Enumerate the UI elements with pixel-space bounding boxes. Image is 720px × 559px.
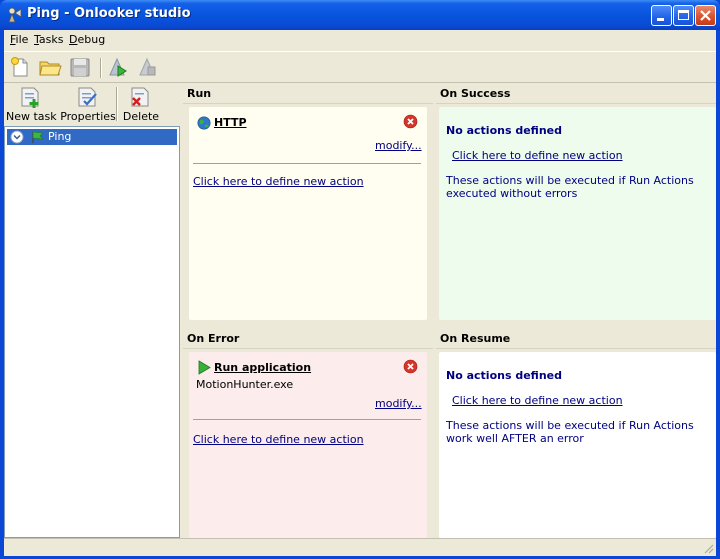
on-error-define-action-link[interactable]: Click here to define new action [193, 433, 364, 446]
on-resume-define-action-link[interactable]: Click here to define new action [452, 394, 623, 407]
on-error-panel-header: On Error [183, 328, 433, 349]
stop-gray-icon[interactable] [135, 56, 159, 78]
window-title: Ping - Onlooker studio [27, 6, 191, 21]
run-panel-body: HTTP modify... Click here to define new … [183, 104, 433, 323]
properties-icon [78, 87, 97, 107]
on-resume-no-actions: No actions defined [446, 369, 562, 382]
on-resume-description: These actions will be executed if Run Ac… [446, 419, 694, 445]
on-success-panel-content: No actions defined Click here to define … [439, 107, 716, 320]
run-action-name[interactable]: HTTP [214, 116, 247, 129]
on-success-define-action-link[interactable]: Click here to define new action [452, 149, 623, 162]
task-tree[interactable]: Ping [4, 126, 180, 538]
on-resume-panel-title: On Resume [440, 332, 511, 345]
menu-debug-rest: ebug [77, 33, 106, 46]
close-button[interactable] [695, 5, 716, 26]
run-panel-title: Run [187, 87, 212, 100]
maximize-button[interactable] [673, 5, 694, 26]
resize-grip-icon[interactable] [702, 542, 714, 554]
menu-file-rest: ile [15, 33, 29, 46]
tree-item-ping[interactable]: Ping [7, 129, 177, 145]
on-resume-panel-header: On Resume [436, 328, 716, 349]
task-panel: New task Properties Delete Ping [4, 83, 180, 538]
menu-debug[interactable]: Debug [69, 33, 105, 46]
collapse-icon[interactable] [10, 130, 24, 144]
new-task-icon [21, 87, 39, 108]
remove-action-icon[interactable] [403, 359, 418, 374]
open-folder-icon[interactable] [38, 56, 62, 78]
flag-icon [32, 131, 44, 143]
client-area: File Tasks Debug New task Properties Del… [4, 30, 716, 556]
maximize-icon [678, 10, 689, 20]
properties-label: Properties [60, 110, 116, 123]
on-error-action-detail: MotionHunter.exe [196, 378, 294, 391]
globe-icon [197, 116, 211, 130]
on-success-panel-body: No actions defined Click here to define … [436, 104, 716, 323]
on-success-no-actions: No actions defined [446, 124, 562, 137]
on-error-panel-content: Run application MotionHunter.exe modify.… [189, 352, 427, 538]
run-define-action-link[interactable]: Click here to define new action [193, 175, 364, 188]
main-toolbar [4, 51, 716, 83]
run-panel-content: HTTP modify... Click here to define new … [189, 107, 427, 320]
on-success-panel-header: On Success [436, 83, 716, 104]
on-success-panel-title: On Success [440, 87, 511, 100]
run-modify-link[interactable]: modify... [375, 139, 422, 152]
new-document-icon[interactable] [8, 56, 32, 78]
delete-button[interactable]: Delete [120, 85, 162, 123]
task-toolbar-separator [116, 87, 118, 121]
on-error-divider [193, 419, 421, 420]
on-resume-panel-body: No actions defined Click here to define … [436, 349, 716, 538]
run-panel-header: Run [183, 83, 433, 104]
on-error-panel-title: On Error [187, 332, 240, 345]
on-error-modify-link[interactable]: modify... [375, 397, 422, 410]
remove-action-icon[interactable] [403, 114, 418, 129]
properties-button[interactable]: Properties [60, 85, 116, 123]
run-panel: Run HTTP modify... Click here to define … [183, 83, 433, 323]
on-resume-panel: On Resume No actions defined Click here … [436, 328, 716, 538]
minimize-button[interactable] [651, 5, 672, 26]
minimize-icon [657, 18, 664, 21]
close-icon [700, 10, 711, 21]
play-icon [198, 360, 211, 375]
delete-label: Delete [122, 110, 160, 123]
status-bar [4, 538, 716, 556]
on-success-panel: On Success No actions defined Click here… [436, 83, 716, 323]
tree-item-label: Ping [48, 130, 72, 143]
new-task-label: New task [6, 110, 57, 123]
menu-tasks-rest: asks [38, 33, 64, 46]
menu-tasks[interactable]: Tasks [34, 33, 63, 46]
run-divider [193, 163, 421, 164]
on-error-panel-body: Run application MotionHunter.exe modify.… [183, 349, 433, 538]
delete-icon [131, 87, 149, 107]
on-success-description: These actions will be executed if Run Ac… [446, 174, 694, 200]
application-window: Ping - Onlooker studio File Tasks Debug [0, 0, 720, 559]
menu-bar: File Tasks Debug [4, 30, 716, 50]
save-disk-icon[interactable] [68, 56, 92, 78]
task-toolbar: New task Properties Delete [4, 83, 180, 125]
title-bar[interactable]: Ping - Onlooker studio [0, 0, 720, 30]
run-green-icon[interactable] [105, 56, 129, 78]
toolbar-separator [100, 58, 102, 78]
new-task-button[interactable]: New task [6, 85, 57, 123]
on-error-action-name[interactable]: Run application [214, 361, 311, 374]
menu-file[interactable]: File [10, 33, 28, 46]
app-icon [8, 7, 22, 23]
on-resume-panel-content: No actions defined Click here to define … [439, 352, 716, 538]
on-error-panel: On Error Run application MotionHunter.ex… [183, 328, 433, 538]
